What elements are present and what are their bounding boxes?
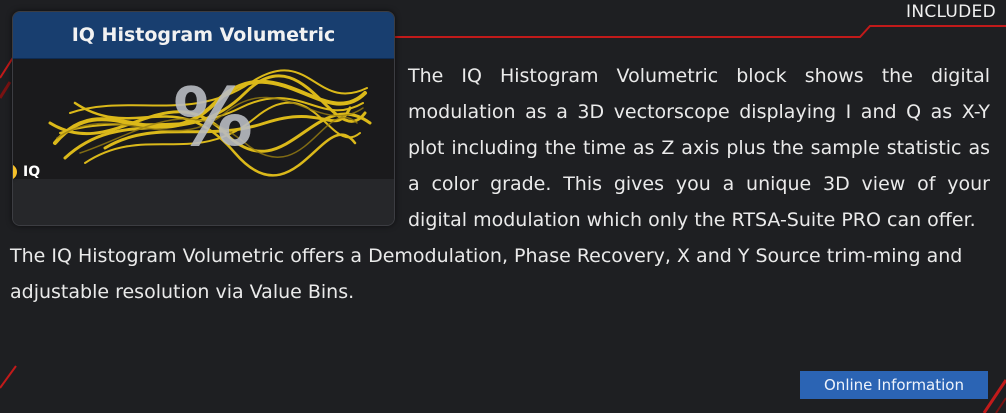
page: INCLUDED IQ Histogram Volumetric IQ % Th… [0,0,1006,413]
description-paragraph-2: The IQ Histogram Volumetric offers a Dem… [10,245,963,303]
description: The IQ Histogram Volumetric block shows … [10,58,990,310]
online-information-button[interactable]: Online Information [800,371,988,399]
float-spacer [10,58,408,238]
block-title: IQ Histogram Volumetric [13,12,394,59]
included-label: INCLUDED [906,2,996,22]
